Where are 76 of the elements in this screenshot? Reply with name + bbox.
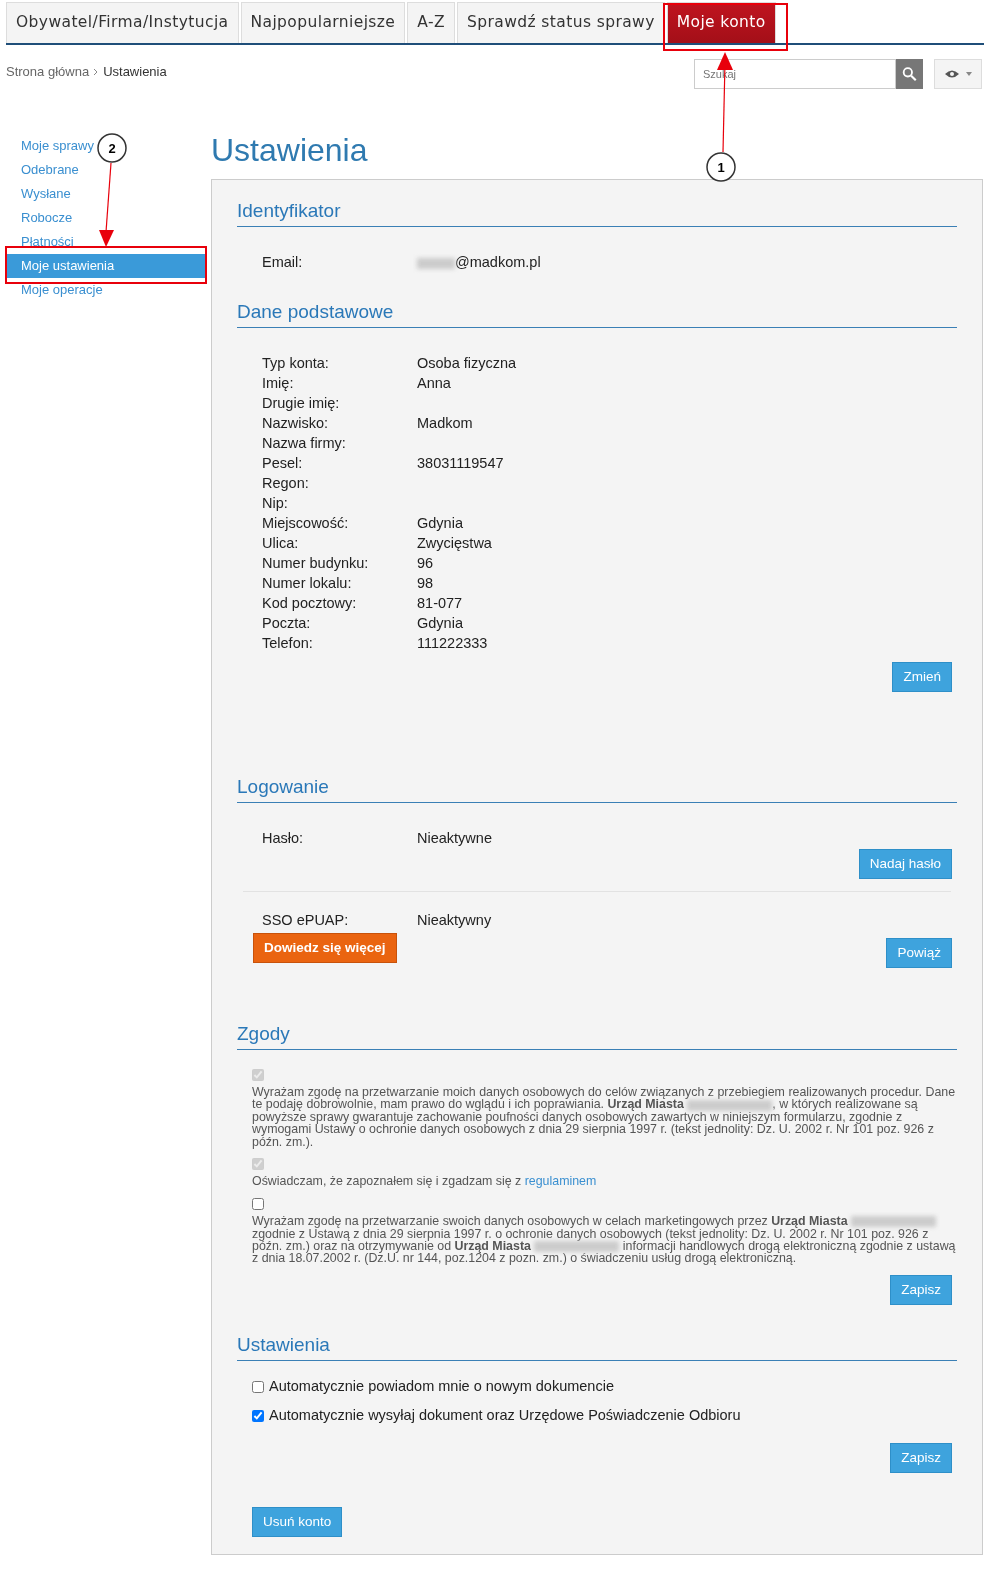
search-button[interactable]	[896, 59, 923, 89]
link-account-button[interactable]: Powiąż	[886, 937, 952, 968]
field-label: SSO ePUAP:	[262, 910, 350, 930]
field-label: Pesel:	[262, 453, 304, 473]
consent-checkbox[interactable]	[252, 1197, 264, 1210]
sidebar-item[interactable]: Robocze	[6, 206, 73, 230]
breadcrumb-separator-icon	[93, 67, 100, 76]
field-value: Anna	[417, 373, 452, 393]
eye-icon	[944, 69, 960, 79]
field-value: 111222333	[417, 633, 489, 653]
accessibility-dropdown-button[interactable]	[934, 59, 982, 89]
field-label: Numer budynku:	[262, 553, 370, 573]
field-value: 38031119547	[417, 453, 505, 473]
field-value: Osoba fizyczna	[417, 353, 518, 373]
field-value: 81-077	[417, 593, 464, 613]
page-title: Ustawienia	[211, 134, 369, 166]
save-button[interactable]: Zapisz	[890, 1274, 952, 1305]
field-value: Gdynia	[417, 613, 464, 633]
field-value: 98	[417, 573, 435, 593]
callout-circle	[97, 133, 127, 163]
field-label: Drugie imię:	[262, 393, 341, 413]
consent-text: Wyrażam zgodę na przetwarzanie swoich danych osobowych w celach marketingowych przez Urząd Miasta zgodnie z Ustawą z dnia 29 sierpnia 1997 r. o ochronie danych osobowych (tekst jednolity: Dz. U. 2002 r. Nr 101 poz. 926 z późn. zm.) oraz na otrzymywanie od Urząd Miasta informacji handlowych drogą elektroniczną zgodnie z ustawą z dnia 18.07.2002 r. (Dz.U. nr 144, poz.1204 z pozn. zm.) o świadczeniu usług drogą elektroniczną.	[252, 1215, 957, 1265]
sidebar-item[interactable]: Moje sprawy	[6, 134, 94, 158]
field-label: Poczta:	[262, 613, 312, 633]
section-title: Logowanie	[237, 776, 957, 803]
option-checkbox[interactable]	[252, 1410, 264, 1423]
breadcrumb-link[interactable]: Strona główna	[6, 62, 90, 82]
sidebar-item[interactable]: Płatności	[6, 230, 74, 254]
field-label: Kod pocztowy:	[262, 593, 358, 613]
field-label: Email:	[262, 252, 304, 272]
field-label: Ulica:	[262, 533, 300, 553]
field-label: Nip:	[262, 493, 289, 513]
breadcrumb-current: Ustawienia	[103, 63, 167, 81]
nav-tab[interactable]: Sprawdź status sprawy	[457, 2, 665, 43]
field-value: Nieaktywne	[417, 828, 493, 848]
learn-more-button[interactable]: Dowiedz się więcej	[253, 932, 397, 963]
consent-text: Oświadczam, że zapoznałem się i zgadzam się z regulaminem	[252, 1175, 598, 1188]
field-label: Hasło:	[262, 828, 305, 848]
field-value: Gdynia	[417, 513, 464, 533]
option-checkbox[interactable]	[252, 1381, 264, 1394]
section-title: Identyfikator	[237, 201, 957, 227]
field-label: Telefon:	[262, 633, 314, 653]
nav-tab[interactable]: Najpopularniejsze	[240, 2, 406, 43]
field-label: Miejscowość:	[262, 513, 350, 533]
callout-number: 1	[717, 160, 725, 175]
callout-number: 2	[108, 141, 116, 156]
field-label: Nazwisko:	[262, 413, 330, 433]
section-title: Dane podstawowe	[237, 301, 957, 328]
field-value: 96	[417, 553, 435, 573]
sidebar-item[interactable]: Moje ustawienia	[6, 254, 206, 278]
option-label: Automatycznie powiadom mnie o nowym dokumencie	[269, 1377, 614, 1397]
sidebar-item[interactable]: Odebrane	[6, 158, 79, 182]
sidebar-item[interactable]: Wysłane	[6, 182, 71, 206]
search-icon	[902, 65, 917, 83]
email-value: @madkom.pl	[417, 251, 957, 272]
caret-icon	[966, 72, 972, 76]
sidebar-item[interactable]: Moje operacje	[6, 278, 103, 302]
nav-tab[interactable]: A-Z	[407, 2, 455, 43]
save-button[interactable]: Zapisz	[890, 1442, 952, 1473]
section-title: Ustawienia	[237, 1334, 957, 1361]
consent-text: Wyrażam zgodę na przetwarzanie moich danych osobowych do celów związanych z przebiegiem realizowanych procedur. Dane te podaję dobrowolnie, mam prawo do wglądu i ich poprawiania. Urząd Miasta , w których realizowane są powyższe sprawy gwarantuje zachowanie poufności danych osobowych zawartych w niniejszym formularzu, zgodnie z wymogami Ustawy o ochronie danych osobowych z dnia 29 sierpnia 1997 r. (tekst jednolity: Dz. U. 2002 r. Nr 101 poz. 926 z późn. zm.).	[252, 1085, 957, 1148]
set-password-button[interactable]: Nadaj hasło	[858, 848, 952, 879]
field-label: Nazwa firmy:	[262, 433, 347, 453]
field-label: Typ konta:	[262, 353, 330, 373]
field-value: Madkom	[417, 413, 474, 433]
field-value: Nieaktywny	[417, 910, 493, 930]
change-button[interactable]: Zmień	[892, 661, 952, 692]
nav-tab[interactable]: Moje konto	[666, 2, 776, 43]
nav-tab[interactable]: Obywatel/Firma/Instytucja	[6, 2, 239, 43]
option-label: Automatycznie wysyłaj dokument oraz Urzędowe Poświadczenie Odbioru	[269, 1406, 741, 1426]
section-title: Zgody	[237, 1023, 957, 1050]
field-value: Zwycięstwa	[417, 533, 493, 553]
field-label: Numer lokalu:	[262, 573, 353, 593]
field-label: Regon:	[262, 473, 310, 493]
field-label: Imię:	[262, 373, 295, 393]
delete-account-button[interactable]: Usuń konto	[252, 1506, 343, 1537]
